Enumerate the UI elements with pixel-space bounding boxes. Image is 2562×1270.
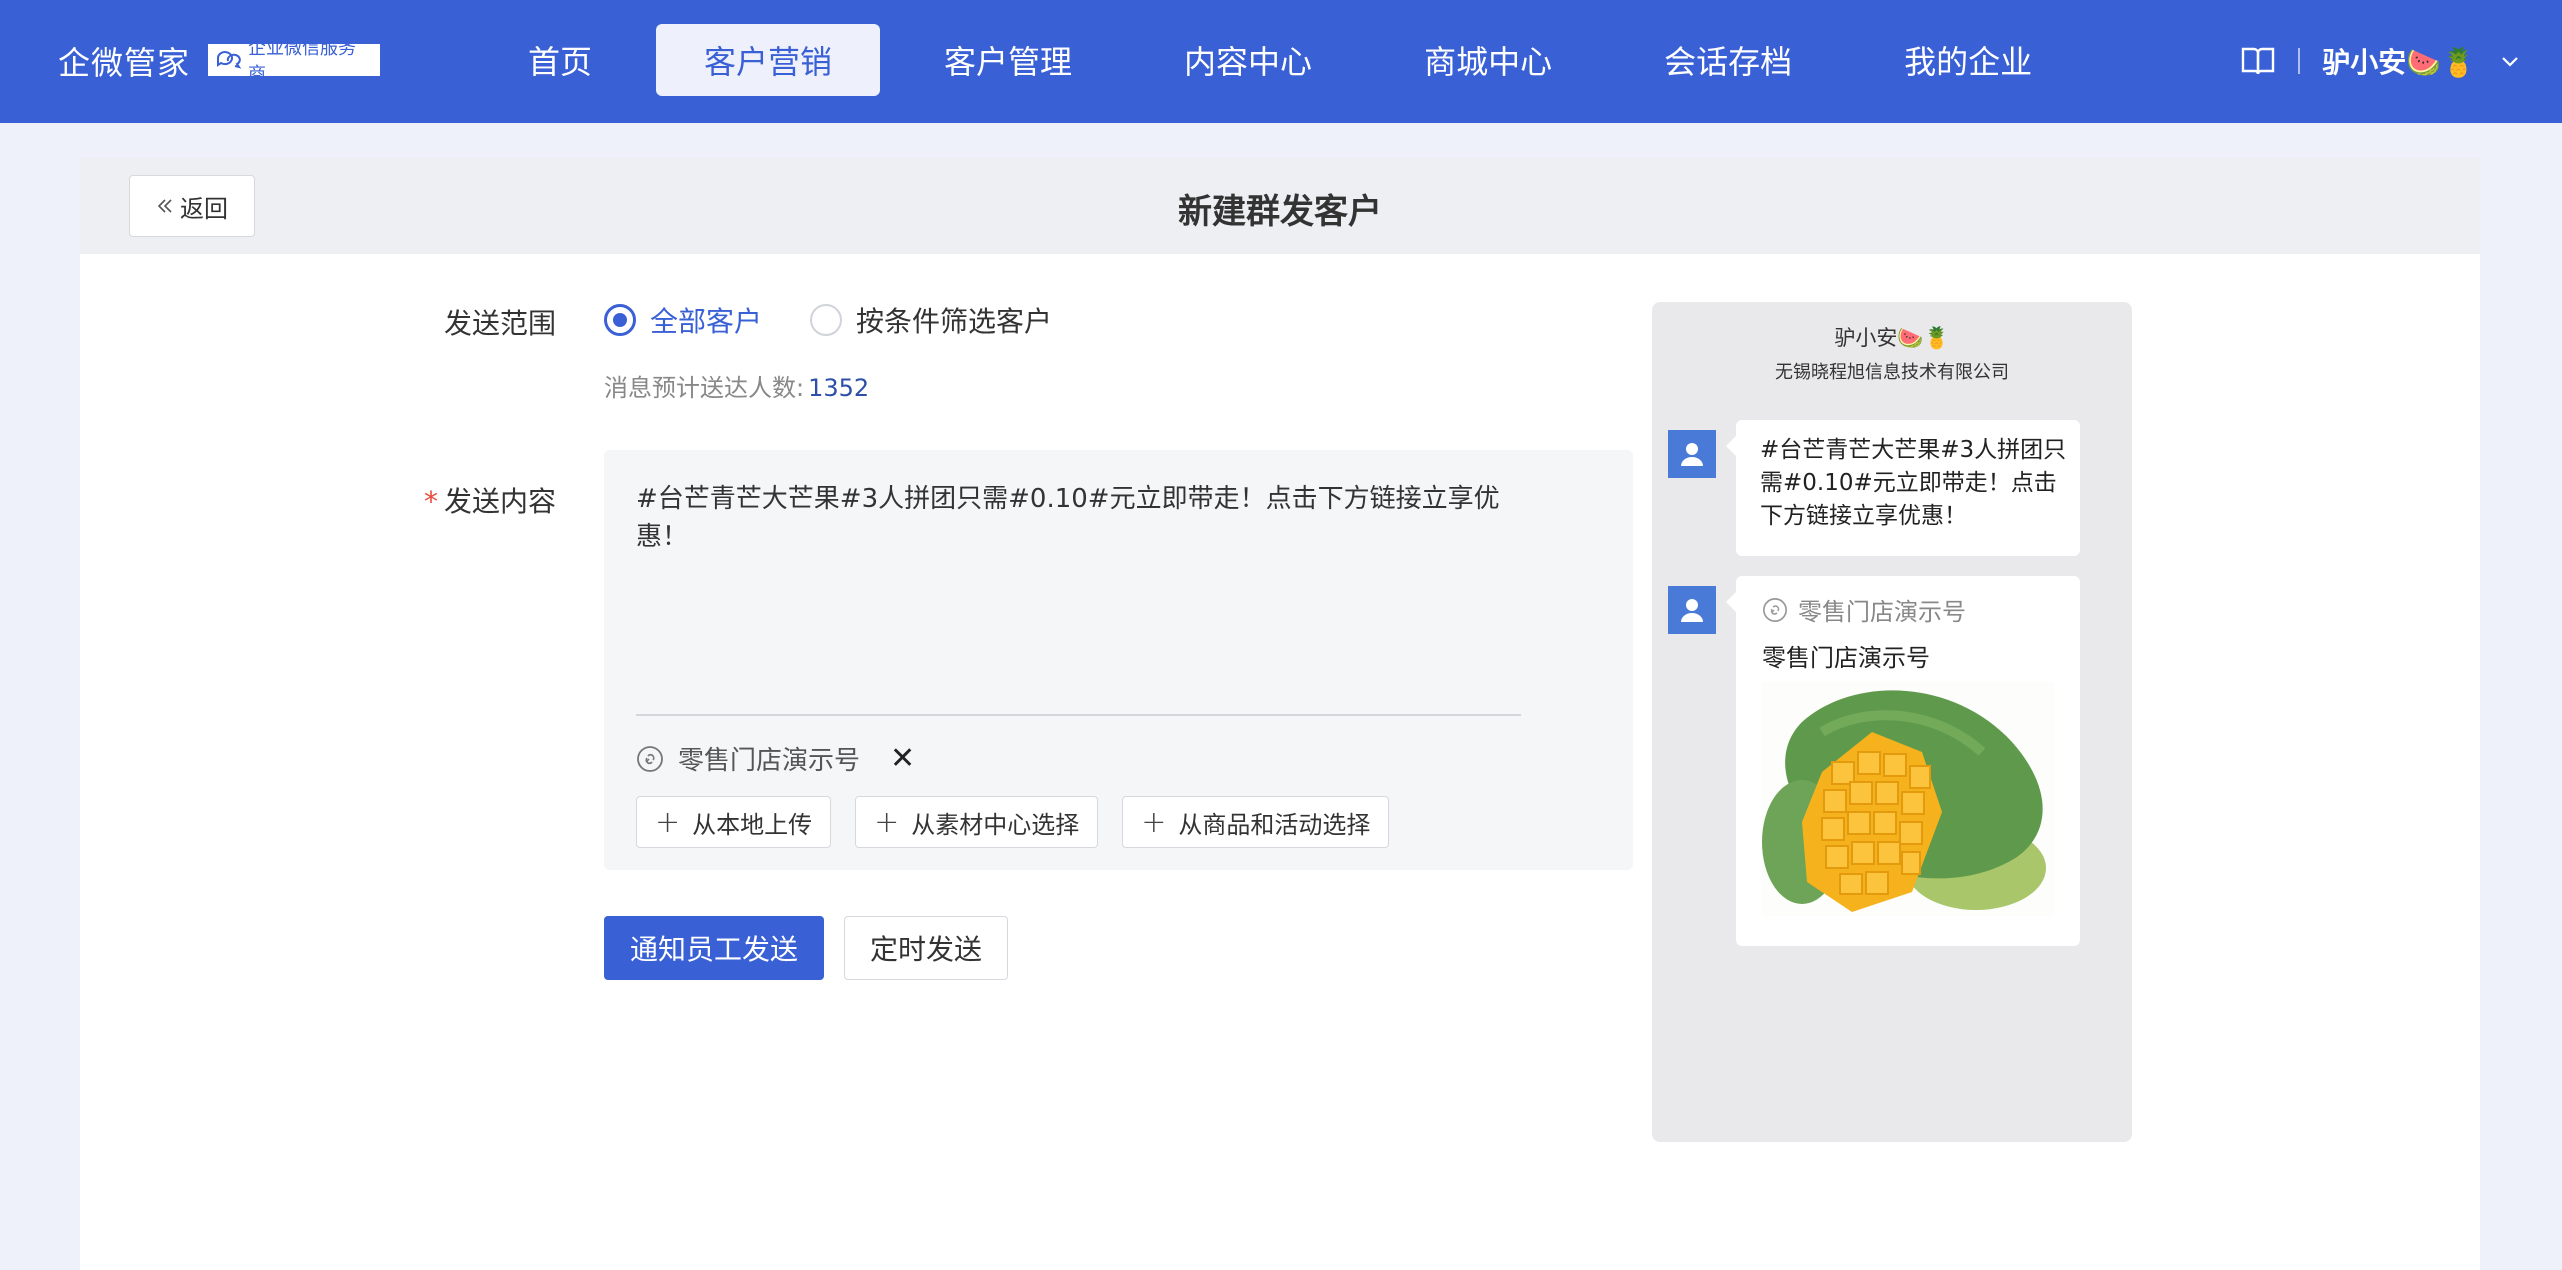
choose-product-label: 从商品和活动选择	[1178, 810, 1371, 839]
book-icon[interactable]	[2240, 45, 2276, 77]
plus-icon: +	[655, 804, 681, 840]
plus-icon: +	[874, 804, 900, 840]
nav-customer-marketing[interactable]: 客户营销	[656, 24, 881, 96]
miniapp-source-name: 零售门店演示号	[1798, 598, 1966, 626]
phone-preview: 驴小安🍉🍍 无锡晓程旭信息技术有限公司 #台芒青芒大芒果#3人拼团只需#0.10…	[1652, 302, 2132, 1142]
upload-local-button[interactable]: + 从本地上传	[636, 796, 832, 848]
avatar	[1668, 430, 1716, 478]
plus-icon: +	[1141, 804, 1167, 840]
choose-material-button[interactable]: + 从素材中心选择	[855, 796, 1099, 848]
preview-company: 无锡晓程旭信息技术有限公司	[1775, 362, 2009, 383]
link-icon	[1762, 597, 1788, 623]
preview-sender-name: 驴小安🍉🍍	[1834, 326, 1950, 350]
main-nav: 首页 客户营销 客户管理 内容中心 商城中心 会话存档 我的企业	[480, 24, 2080, 96]
radio-all-customers[interactable]: 全部客户	[604, 300, 762, 340]
notify-staff-send-button[interactable]: 通知员工发送	[604, 916, 824, 980]
preview-text-bubble: #台芒青芒大芒果#3人拼团只需#0.10#元立即带走！点击下方链接立享优惠！	[1726, 420, 2080, 556]
chevron-down-icon[interactable]	[2498, 49, 2522, 73]
page-title: 新建群发客户	[1178, 192, 1382, 232]
nav-home[interactable]: 首页	[480, 24, 640, 96]
radio-label: 全部客户	[650, 305, 763, 338]
choose-product-button[interactable]: + 从商品和活动选择	[1122, 796, 1390, 848]
miniapp-title: 零售门店演示号	[1762, 644, 1930, 672]
scope-radio-group: 全部客户 按条件筛选客户	[604, 300, 1100, 340]
badge-label: 企业微信服务商	[248, 38, 356, 85]
user-icon	[1681, 443, 1703, 466]
nav-my-enterprise[interactable]: 我的企业	[1856, 24, 2080, 96]
attachment-name: 零售门店演示号	[678, 746, 861, 776]
scheduled-send-button[interactable]: 定时发送	[844, 916, 1008, 980]
user-area: 驴小安🍉🍍	[2240, 40, 2522, 82]
nav-customer-management[interactable]: 客户管理	[896, 24, 1120, 96]
attachment-item: 零售门店演示号 ✕	[636, 740, 915, 777]
main-card: 返回 新建群发客户 发送范围 全部客户 按条件筛选客户 消息预计送达人数: 135…	[80, 158, 2480, 1270]
link-icon	[636, 745, 664, 773]
radio-dot[interactable]	[604, 304, 636, 336]
scope-label: 发送范围	[443, 307, 556, 340]
upload-buttons: + 从本地上传 + 从素材中心选择 + 从商品和活动选择	[636, 796, 1390, 848]
top-navbar: 企微管家 企业微信服务商 首页 客户营销 客户管理 内容中心 商城中心 会话存档…	[0, 0, 2562, 123]
user-icon	[1681, 599, 1703, 622]
chat-bubbles-icon	[216, 49, 242, 71]
content-label-text: 发送内容	[443, 485, 556, 518]
avatar	[1668, 586, 1716, 634]
mango-image	[1762, 682, 2054, 916]
brand-name: 企微管家	[58, 44, 191, 82]
estimate-text: 消息预计送达人数: 1352	[604, 368, 869, 403]
close-icon[interactable]: ✕	[890, 741, 915, 776]
content-divider	[636, 714, 1521, 716]
content-editor: #台芒青芒大芒果#3人拼团只需#0.10#元立即带走！点击下方链接立享优惠！ 零…	[604, 450, 1633, 870]
radio-label: 按条件筛选客户	[856, 305, 1053, 338]
nav-content-center[interactable]: 内容中心	[1136, 24, 1360, 96]
nav-session-archive[interactable]: 会话存档	[1616, 24, 1840, 96]
content-textarea[interactable]: #台芒青芒大芒果#3人拼团只需#0.10#元立即带走！点击下方链接立享优惠！	[636, 480, 1536, 556]
miniapp-source: 零售门店演示号	[1762, 592, 1966, 627]
choose-material-label: 从素材中心选择	[911, 810, 1080, 839]
wecom-provider-badge: 企业微信服务商	[208, 38, 380, 85]
required-asterisk: *	[423, 485, 438, 518]
preview-miniapp-card: 零售门店演示号 零售门店演示号	[1726, 576, 2080, 946]
card-header: 返回 新建群发客户	[80, 158, 2480, 254]
estimate-label: 消息预计送达人数:	[604, 374, 805, 402]
estimate-count: 1352	[808, 374, 870, 402]
radio-dot[interactable]	[810, 304, 843, 336]
radio-filter-customers[interactable]: 按条件筛选客户	[810, 300, 1052, 340]
divider	[2298, 48, 2301, 74]
preview-message-text: #台芒青芒大芒果#3人拼团只需#0.10#元立即带走！点击下方链接立享优惠！	[1760, 437, 2067, 529]
upload-local-label: 从本地上传	[692, 810, 813, 839]
nav-mall-center[interactable]: 商城中心	[1376, 24, 1600, 96]
content-label: * 发送内容	[356, 480, 556, 520]
user-name[interactable]: 驴小安🍉🍍	[2322, 41, 2476, 81]
